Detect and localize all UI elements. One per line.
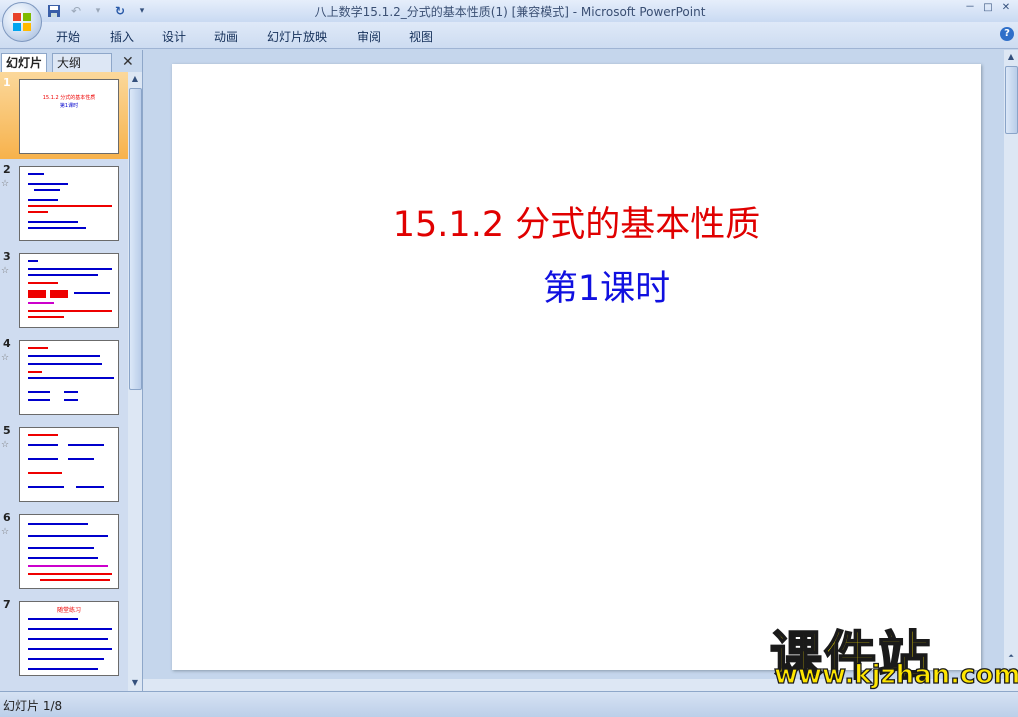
scroll-down-icon[interactable]: ▼ [129,677,141,689]
save-icon[interactable] [46,3,62,19]
tab-view[interactable]: 视图 [409,28,433,45]
thumbnail-row[interactable]: 7 随堂练习 [0,594,128,681]
ribbon-tabs: 开始 插入 设计 动画 幻灯片放映 审阅 视图 ? [0,22,1018,49]
quick-access-toolbar: ↶ ▾ ↻ ▾ [46,2,150,20]
minimize-button[interactable]: － [962,1,978,15]
close-button[interactable]: ✕ [998,1,1014,15]
panel-close-icon[interactable]: ✕ [122,54,134,70]
animation-star-icon: ☆ [1,179,10,189]
thumbnail-scrollbar[interactable]: ▲ ▼ [128,72,142,691]
scroll-up-icon[interactable]: ▲ [129,73,141,85]
thumbnail-number: 3 [3,250,11,263]
tab-slideshow[interactable]: 幻灯片放映 [267,28,327,45]
tab-home[interactable]: 开始 [56,28,80,45]
tab-insert[interactable]: 插入 [110,28,134,45]
thumbnail-number: 2 [3,163,11,176]
slide-thumbnail[interactable]: 15.1.2 分式的基本性质 第1课时 [19,79,119,154]
thumbnail-title: 15.1.2 分式的基本性质 [42,95,96,101]
status-bar: 幻灯片 1/8 [0,691,1018,717]
slide-scrollbar[interactable]: ▲ ⏶ ⏷ [1004,50,1018,691]
slide-title[interactable]: 15.1.2 分式的基本性质 [172,196,981,247]
window-title: 八上数学15.1.2_分式的基本性质(1) [兼容模式] - Microsoft… [314,5,706,19]
separator-icon: ▾ [95,6,101,16]
thumbnail-number: 5 [3,424,11,437]
thumbnail-row[interactable]: 4 ☆ [0,333,128,420]
thumbnail-row[interactable]: 3 ☆ [0,246,128,333]
thumbnail-row[interactable]: 5 ☆ [0,420,128,507]
thumbnail-number: 1 [3,76,11,89]
tab-slides[interactable]: 幻灯片 [1,53,48,72]
tab-outline[interactable]: 大纲 [52,53,112,72]
slide-thumbnail[interactable]: 随堂练习 [19,601,119,676]
undo-icon[interactable]: ↶ [68,3,84,19]
office-button[interactable] [2,2,42,42]
slide-thumbnail[interactable] [19,253,119,328]
animation-star-icon: ☆ [1,440,10,450]
tab-design[interactable]: 设计 [162,28,186,45]
slide-thumbnail[interactable] [19,514,119,589]
panel-tabs: 幻灯片 大纲 [0,52,142,72]
office-logo-icon [13,13,31,31]
window-controls: － □ ✕ [962,1,1014,15]
animation-star-icon: ☆ [1,266,10,276]
watermark-url: www.kjzhan.com [773,659,1018,690]
animation-star-icon: ☆ [1,353,10,363]
current-slide[interactable]: 15.1.2 分式的基本性质 第1课时 [172,64,981,670]
redo-icon[interactable]: ↻ [112,3,128,19]
slide-subtitle[interactable]: 第1课时 [172,260,1018,311]
thumbnail-row[interactable]: 1 15.1.2 分式的基本性质 第1课时 [0,72,128,159]
slide-thumbnail[interactable] [19,427,119,502]
slide-thumbnail[interactable] [19,340,119,415]
thumbnail-number: 7 [3,598,11,611]
slide-thumbnail[interactable] [19,166,119,241]
thumbnail-row[interactable]: 6 ☆ [0,507,128,594]
help-icon[interactable]: ? [1000,27,1014,41]
scroll-up-icon[interactable]: ▲ [1005,51,1017,63]
thumbnail-title: 随堂练习 [56,607,81,614]
thumbnail-number: 4 [3,337,11,350]
animation-star-icon: ☆ [1,527,10,537]
maximize-button[interactable]: □ [980,1,996,15]
thumbnail-list: 1 15.1.2 分式的基本性质 第1课时 2 ☆ 3 ☆ 4 ☆ 5 ☆ 6 … [0,72,128,691]
customize-icon[interactable]: ▾ [134,3,150,19]
scrollbar-thumb[interactable] [129,88,142,390]
scrollbar-thumb[interactable] [1005,66,1018,134]
tab-review[interactable]: 审阅 [357,28,381,45]
thumbnail-subtitle: 第1课时 [59,103,79,109]
thumbnail-number: 6 [3,511,11,524]
tab-animation[interactable]: 动画 [214,28,238,45]
slide-indicator: 幻灯片 1/8 [3,699,63,713]
thumbnail-row[interactable]: 2 ☆ [0,159,128,246]
